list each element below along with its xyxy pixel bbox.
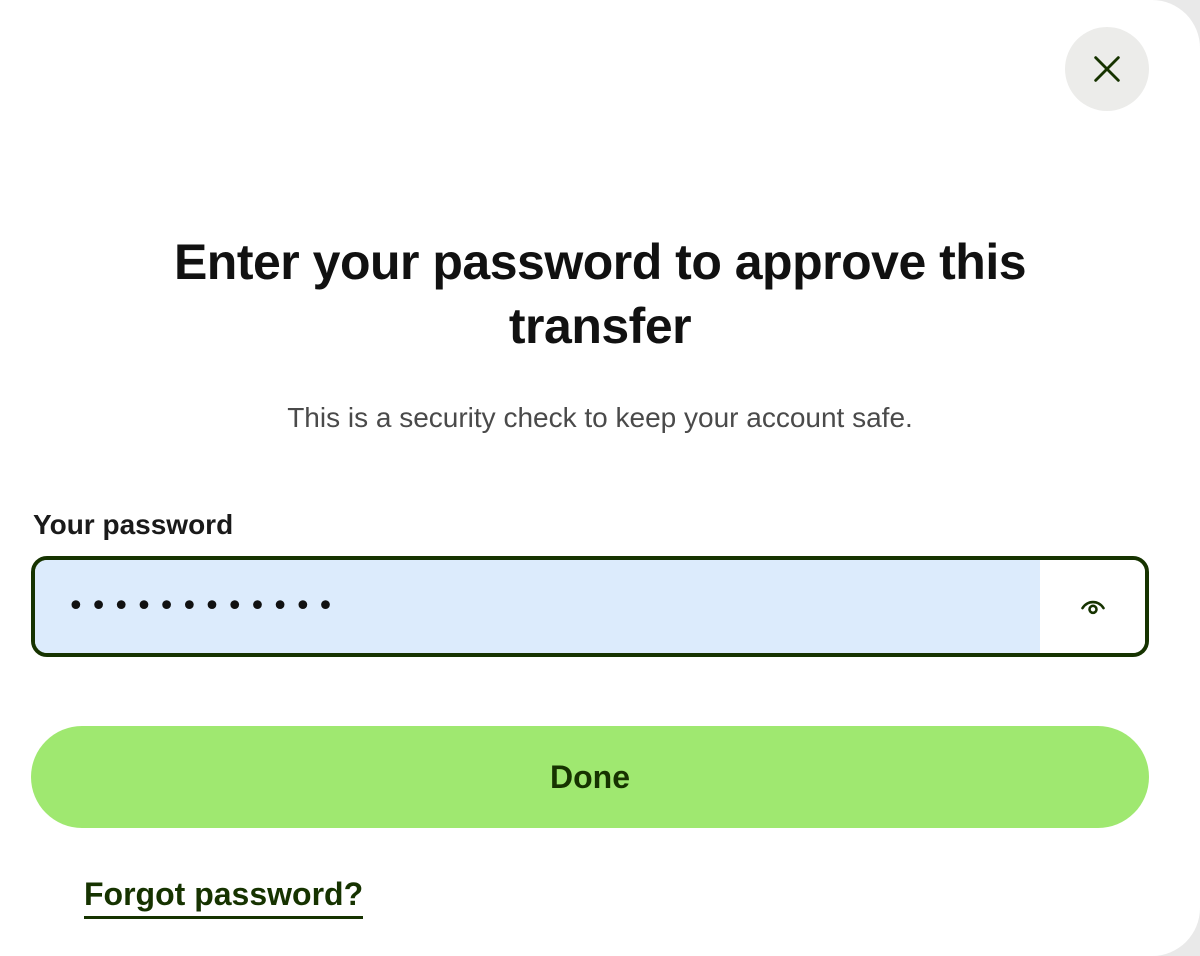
close-button[interactable] [1065, 27, 1149, 111]
done-button[interactable]: Done [31, 726, 1149, 828]
password-label: Your password [33, 509, 234, 540]
dialog-title: Enter your password to approve this tran… [173, 234, 1027, 354]
password-input[interactable] [35, 560, 1040, 653]
password-field [31, 556, 1149, 657]
eye-icon [1080, 600, 1105, 614]
password-approval-dialog: Enter your password to approve this tran… [0, 0, 1200, 956]
show-password-button[interactable] [1040, 560, 1145, 653]
forgot-password-link[interactable]: Forgot password? [84, 874, 364, 919]
dialog-subtitle: This is a security check to keep your ac… [287, 402, 913, 433]
close-icon [1094, 56, 1120, 82]
